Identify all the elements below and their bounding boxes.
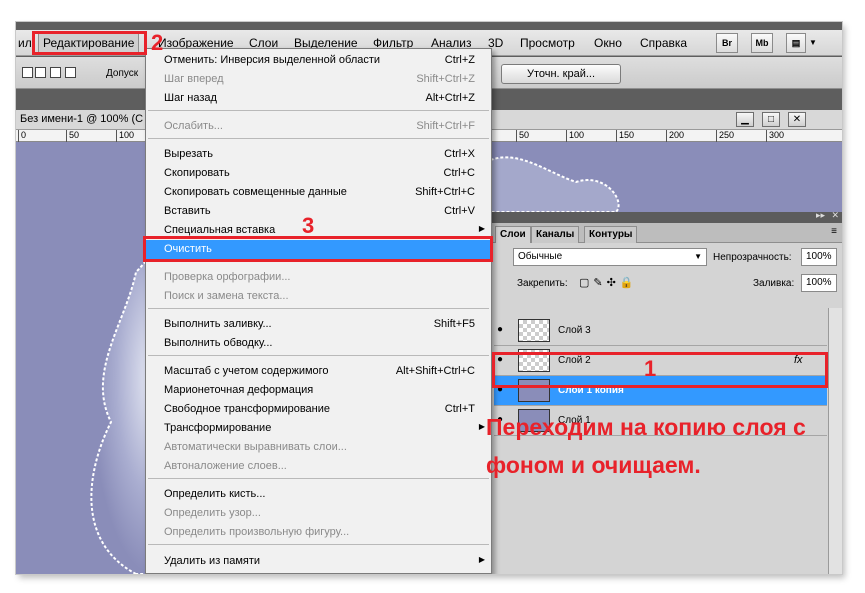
ruler-label: 250 xyxy=(716,130,734,142)
edit-menu: Отменить: Инверсия выделенной области Ctr… xyxy=(145,48,492,574)
ruler-label: 300 xyxy=(766,130,784,142)
menu-item-paste[interactable]: Вставить Ctrl+V xyxy=(146,202,491,221)
menu-item-step-forward[interactable]: Шаг вперед Shift+Ctrl+Z xyxy=(146,70,491,89)
intersect-selection-icon[interactable] xyxy=(65,67,76,78)
refine-edge-button[interactable]: Уточн. край... xyxy=(501,64,621,84)
fill-input[interactable]: 100% xyxy=(801,274,837,292)
menu-item-content-aware-scale[interactable]: Масштаб с учетом содержимого Alt+Shift+Ct… xyxy=(146,362,491,381)
menu-item-define-shape[interactable]: Определить произвольную фигуру... xyxy=(146,523,491,542)
ruler-label: 50 xyxy=(66,130,79,142)
layer-name: Слой 3 xyxy=(558,325,591,336)
menu-window[interactable]: Окно xyxy=(594,36,622,50)
tab-paths[interactable]: Контуры xyxy=(584,226,638,243)
frost-edge-top xyxy=(485,156,620,213)
annotation-box-edit-menu xyxy=(32,31,147,55)
menu-item-undo[interactable]: Отменить: Инверсия выделенной области Ctr… xyxy=(146,51,491,70)
opacity-input[interactable]: 100% xyxy=(801,248,837,266)
menu-item-step-backward[interactable]: Шаг назад Alt+Ctrl+Z xyxy=(146,89,491,108)
close-icon[interactable]: ✕ xyxy=(788,112,806,127)
ruler-label: 100 xyxy=(566,130,584,142)
new-selection-icon[interactable] xyxy=(22,67,33,78)
menu-item-copy[interactable]: Скопировать Ctrl+C xyxy=(146,164,491,183)
minimize-icon[interactable]: ▁ xyxy=(736,112,754,127)
menu-separator xyxy=(148,544,489,545)
tab-layers[interactable]: Слои xyxy=(495,226,531,243)
annotation-box-layer xyxy=(492,352,828,388)
panel-header[interactable]: ▸▸ ✕ xyxy=(491,210,842,223)
menu-separator xyxy=(148,355,489,356)
layer-row[interactable]: ● Слой 3 xyxy=(494,316,827,346)
menu-separator xyxy=(148,138,489,139)
ruler-label: 0 xyxy=(18,130,26,142)
maximize-icon[interactable]: □ xyxy=(762,112,780,127)
menu-item-free-transform[interactable]: Свободное трансформирование Ctrl+T xyxy=(146,400,491,419)
annotation-step-1: 1 xyxy=(644,356,657,381)
menu-item-auto-align[interactable]: Автоматически выравнивать слои... xyxy=(146,438,491,457)
film-strip-icon[interactable]: ▤ xyxy=(786,33,806,53)
fill-label: Заливка: xyxy=(753,278,795,289)
menu-item-cut[interactable]: Вырезать Ctrl+X xyxy=(146,145,491,164)
submenu-arrow-icon: ▶ xyxy=(478,224,485,233)
tolerance-label: Допуск xyxy=(106,68,139,79)
menu-item-transform[interactable]: Трансформирование ▶ xyxy=(146,419,491,438)
subtract-selection-icon[interactable] xyxy=(50,67,61,78)
annotation-caption: Переходим на копию слоя с фоном и очищае… xyxy=(486,414,806,478)
menu-item-copy-merged[interactable]: Скопировать совмещенные данные Shift+Ctrl… xyxy=(146,183,491,202)
menu-file[interactable]: ил xyxy=(18,36,32,50)
submenu-arrow-icon: ▶ xyxy=(478,422,485,431)
ruler-label: 100 xyxy=(116,130,134,142)
annotation-step-3: 3 xyxy=(302,213,315,238)
chevron-down-icon[interactable]: ▼ xyxy=(809,38,817,47)
ruler-label: 50 xyxy=(516,130,529,142)
lock-label: Закрепить: xyxy=(517,278,568,289)
bridge-button[interactable]: Br xyxy=(716,33,738,53)
layers-panel: ▸▸ ✕ Слои Каналы Контуры ≡ Обычные ▼ Неп… xyxy=(490,210,842,574)
panel-menu-icon[interactable]: ≡ xyxy=(831,226,837,237)
menu-item-puppet-warp[interactable]: Марионеточная деформация xyxy=(146,381,491,400)
menu-item-fade[interactable]: Ослабить... Shift+Ctrl+F xyxy=(146,117,491,136)
menu-item-purge[interactable]: Удалить из памяти ▶ xyxy=(146,552,491,571)
menu-separator xyxy=(148,308,489,309)
menu-separator xyxy=(148,110,489,111)
screenshot-frame: ил Редактирование Изображение Слои Выдел… xyxy=(16,22,842,574)
blend-mode-select[interactable]: Обычные ▼ xyxy=(513,248,707,266)
menu-item-find-replace[interactable]: Поиск и замена текста... xyxy=(146,287,491,306)
submenu-arrow-icon: ▶ xyxy=(478,555,485,564)
annotation-step-2: 2 xyxy=(151,30,164,55)
menu-view[interactable]: Просмотр xyxy=(520,36,575,50)
mini-bridge-button[interactable]: Mb xyxy=(751,33,773,53)
add-selection-icon[interactable] xyxy=(35,67,46,78)
blend-mode-value: Обычные xyxy=(518,251,563,262)
layers-scrollbar[interactable] xyxy=(828,308,842,574)
menu-item-auto-blend[interactable]: Автоналожение слоев... xyxy=(146,457,491,476)
document-title: Без имени-1 @ 100% (С xyxy=(20,113,144,125)
opacity-label: Непрозрачность: xyxy=(713,252,792,263)
eye-icon[interactable]: ● xyxy=(497,324,503,335)
collapse-icon[interactable]: ▸▸ xyxy=(816,210,825,221)
menu-separator xyxy=(148,478,489,479)
ruler-label: 200 xyxy=(666,130,684,142)
menu-item-define-brush[interactable]: Определить кисть... xyxy=(146,485,491,504)
close-icon[interactable]: ✕ xyxy=(831,210,839,221)
lock-icons[interactable]: ▢✎✣🔒 xyxy=(579,276,638,289)
menu-item-stroke[interactable]: Выполнить обводку... xyxy=(146,334,491,353)
menu-item-spelling[interactable]: Проверка орфографии... xyxy=(146,268,491,287)
menu-item-define-pattern[interactable]: Определить узор... xyxy=(146,504,491,523)
menu-help[interactable]: Справка xyxy=(640,36,687,50)
menu-item-fill[interactable]: Выполнить заливку... Shift+F5 xyxy=(146,315,491,334)
layer-thumbnail xyxy=(518,319,550,342)
tab-channels[interactable]: Каналы xyxy=(531,226,580,243)
chevron-down-icon: ▼ xyxy=(694,252,702,261)
panel-tabs: Слои Каналы Контуры ≡ xyxy=(491,223,842,243)
ruler-label: 150 xyxy=(616,130,634,142)
annotation-box-clear xyxy=(143,236,493,262)
